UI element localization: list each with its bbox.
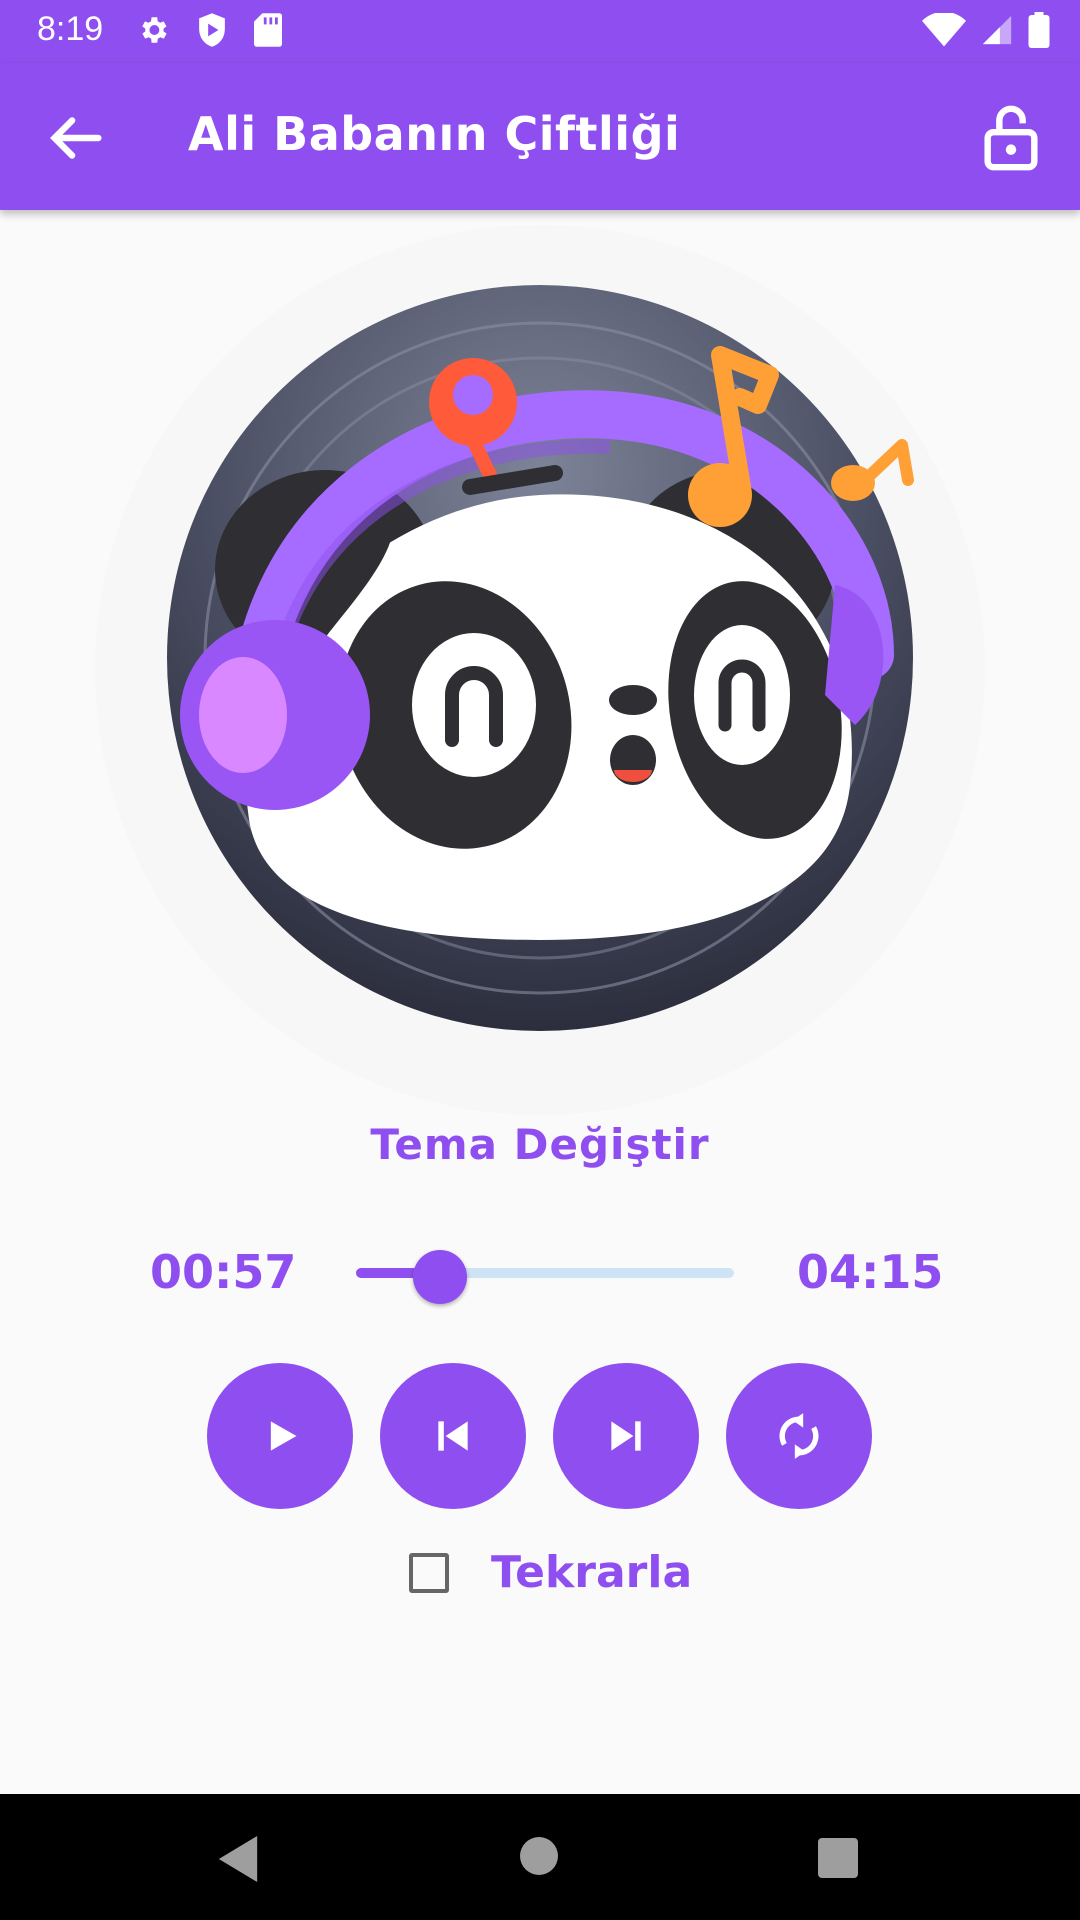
repeat-label: Tekrarla — [491, 1547, 693, 1598]
play-icon — [270, 1421, 297, 1451]
repeat-checkbox[interactable] — [409, 1552, 449, 1593]
repeat-row[interactable]: Tekrarla — [409, 1547, 692, 1598]
play-button[interactable] — [207, 1363, 353, 1509]
next-button[interactable] — [553, 1363, 699, 1509]
nav-home-icon[interactable] — [520, 1837, 558, 1875]
slider-thumb[interactable] — [413, 1250, 467, 1304]
change-theme-button[interactable]: Tema Değiştir — [0, 1120, 1080, 1169]
seek-slider[interactable] — [356, 1250, 734, 1304]
system-nav-bar — [0, 1794, 1080, 1920]
arrow-back-icon — [50, 117, 102, 159]
nav-back-icon[interactable] — [215, 1834, 261, 1884]
battery-icon — [1028, 12, 1050, 48]
nav-recents-icon[interactable] — [818, 1838, 858, 1878]
lock-button[interactable] — [976, 103, 1046, 173]
playback-controls — [207, 1363, 872, 1509]
wifi-icon — [922, 13, 966, 47]
refresh-icon — [779, 1413, 819, 1459]
signal-icon — [982, 15, 1012, 45]
album-art — [90, 225, 990, 1115]
page-title: Ali Babanın Çiftliği — [188, 107, 681, 161]
settings-icon — [142, 17, 167, 43]
shield-play-icon — [199, 13, 225, 47]
panda-headphones-illustration — [95, 225, 985, 1115]
status-time: 8:19 — [37, 10, 104, 48]
skip-previous-icon — [438, 1421, 468, 1451]
total-time: 04:15 — [797, 1245, 944, 1299]
elapsed-time: 00:57 — [150, 1245, 297, 1299]
status-bar: 8:19 — [0, 0, 1080, 63]
app-bar: Ali Babanın Çiftliği — [0, 63, 1080, 210]
back-button[interactable] — [40, 103, 110, 173]
sd-card-icon — [254, 13, 282, 47]
lock-open-icon — [984, 105, 1038, 171]
skip-next-icon — [611, 1421, 641, 1451]
previous-button[interactable] — [380, 1363, 526, 1509]
shuffle-button[interactable] — [726, 1363, 872, 1509]
